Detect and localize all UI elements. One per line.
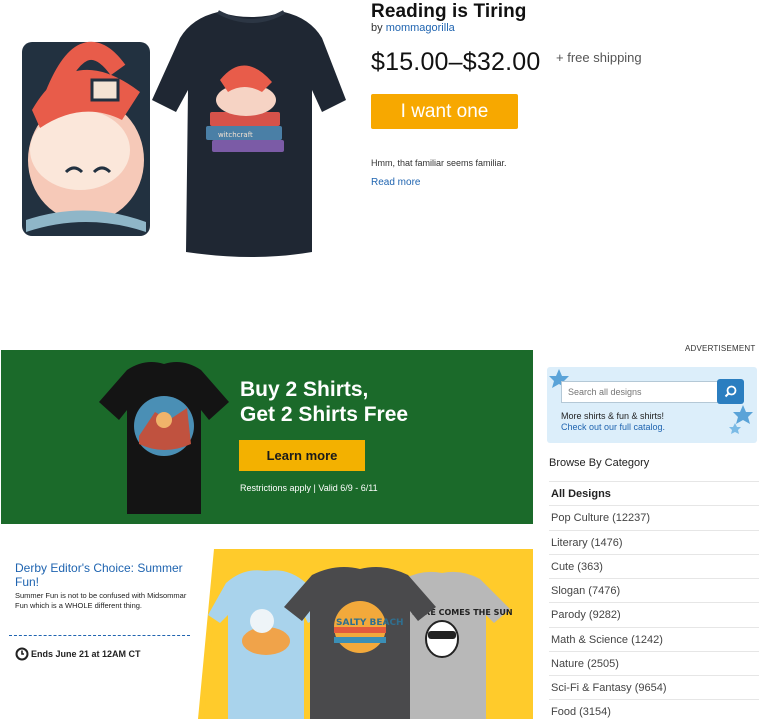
browse-heading: Browse By Category <box>549 457 650 469</box>
category-list: All Designs Pop Culture (12237) Literary… <box>549 481 759 724</box>
promo-terms: Restrictions apply | Valid 6/9 - 6/11 <box>240 483 378 493</box>
product-image[interactable]: witchcraft <box>22 0 352 262</box>
search-button[interactable] <box>717 379 744 404</box>
derby-ends-text: Ends June 21 at 12AM CT <box>31 649 141 659</box>
i-want-one-button[interactable]: I want one <box>371 94 518 129</box>
product-title: Reading is Tiring <box>371 1 527 22</box>
category-all-designs[interactable]: All Designs <box>549 481 759 505</box>
category-nature[interactable]: Nature (2505) <box>549 650 759 675</box>
full-catalog-link[interactable]: Check out our full catalog. <box>561 422 665 433</box>
product-description: Hmm, that familiar seems familiar. <box>371 158 507 168</box>
promo-banner[interactable]: Buy 2 Shirts, Get 2 Shirts Free Learn mo… <box>1 350 533 524</box>
advertisement-label: ADVERTISEMENT <box>685 344 756 353</box>
catalog-search-box: More shirts & fun & shirts! Check out ou… <box>547 367 757 443</box>
artist-link[interactable]: mommagorilla <box>386 22 455 34</box>
category-food[interactable]: Food (3154) <box>549 699 759 723</box>
learn-more-button[interactable]: Learn more <box>239 440 365 471</box>
shirt-text-salty: SALTY BEACH <box>336 618 404 628</box>
derby-title[interactable]: Derby Editor's Choice: Summer Fun! <box>15 561 193 589</box>
search-icon <box>724 385 737 398</box>
byline: by mommagorilla <box>371 22 455 34</box>
read-more-link[interactable]: Read more <box>371 177 420 188</box>
clock-icon <box>15 647 29 661</box>
derby-banner-image[interactable]: HERE COMES THE SUN SALTY BEACH <box>190 549 533 719</box>
book-spine-text: witchcraft <box>218 131 253 139</box>
shipping-note: + free shipping <box>556 50 642 65</box>
price-range: $15.00–$32.00 <box>371 48 541 76</box>
derby-timer: Ends June 21 at 12AM CT <box>15 647 141 661</box>
promo-headline-line1: Buy 2 Shirts, <box>240 378 369 401</box>
category-literary[interactable]: Literary (1476) <box>549 529 759 554</box>
category-slogan[interactable]: Slogan (7476) <box>549 578 759 602</box>
catalog-promo: More shirts & fun & shirts! Check out ou… <box>561 411 665 433</box>
search-input[interactable] <box>561 381 731 403</box>
derby-divider <box>9 635 190 636</box>
category-cute[interactable]: Cute (363) <box>549 553 759 578</box>
derby-description: Summer Fun is not to be confused with Mi… <box>15 591 187 610</box>
promo-shirt-image <box>99 362 229 514</box>
promo-headline: Buy 2 Shirts, Get 2 Shirts Free <box>240 377 408 427</box>
category-sci-fi-fantasy[interactable]: Sci-Fi & Fantasy (9654) <box>549 675 759 699</box>
catalog-line: More shirts & fun & shirts! <box>561 411 665 421</box>
category-math-science[interactable]: Math & Science (1242) <box>549 626 759 651</box>
promo-headline-line2: Get 2 Shirts Free <box>240 403 409 426</box>
byline-prefix: by <box>371 22 383 34</box>
category-parody[interactable]: Parody (9282) <box>549 602 759 626</box>
derby-panel: Derby Editor's Choice: Summer Fun! Summe… <box>1 549 199 719</box>
category-pop-culture[interactable]: Pop Culture (12237) <box>549 505 759 529</box>
